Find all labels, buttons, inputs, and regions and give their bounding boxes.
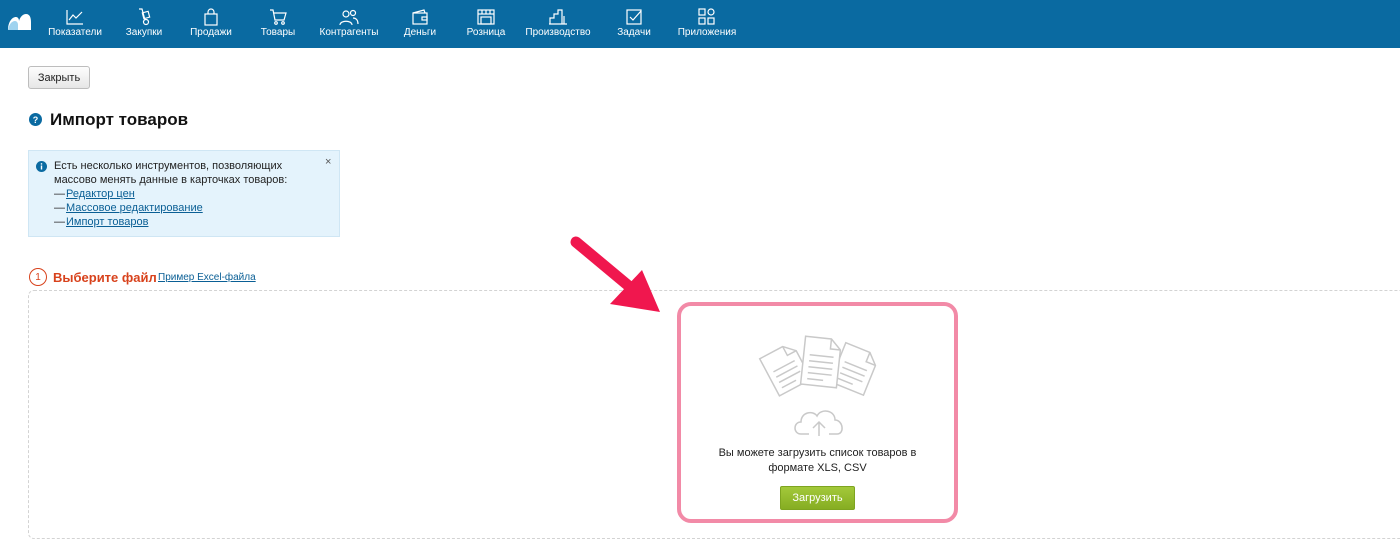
import-products-link[interactable]: Импорт товаров: [66, 215, 148, 229]
bulk-edit-link[interactable]: Массовое редактирование: [66, 201, 203, 215]
example-excel-link[interactable]: Пример Excel-файла: [158, 272, 256, 284]
price-editor-link[interactable]: Редактор цен: [66, 187, 135, 201]
info-links-list: — Редактор цен — Массовое редактирование…: [54, 187, 203, 229]
nav-item-money[interactable]: Деньги: [402, 0, 438, 48]
nav-item-products[interactable]: Товары: [258, 0, 298, 48]
nav-item-retail[interactable]: Розница: [465, 0, 507, 48]
nav-label: Деньги: [403, 27, 437, 38]
list-item: — Редактор цен: [54, 187, 203, 201]
apps-grid-icon: [697, 8, 717, 26]
nav-item-apps[interactable]: Приложения: [676, 0, 738, 48]
help-icon[interactable]: ?: [29, 113, 42, 126]
step-label: Выберите файл: [53, 270, 157, 285]
chart-line-icon: [65, 8, 85, 26]
nav-item-purchases[interactable]: Закупки: [123, 0, 165, 48]
nav-item-tasks[interactable]: Задачи: [616, 0, 652, 48]
nav-label: Товары: [260, 27, 296, 38]
step-number-badge: 1: [29, 268, 47, 286]
page-title: Импорт товаров: [50, 110, 189, 129]
nav-label: Розница: [466, 27, 506, 38]
files-upload-illustration-icon: [758, 335, 877, 436]
nav-label: Показатели: [48, 27, 102, 38]
info-text: Есть несколько инструментов, позволяющих…: [54, 160, 288, 186]
info-box: Есть несколько инструментов, позволяющих…: [28, 150, 340, 237]
nav-label: Приложения: [677, 27, 737, 38]
upload-description: Вы можете загрузить список товаров в фор…: [681, 446, 954, 476]
shopping-bag-icon: [201, 8, 221, 26]
arrow-annotation-icon: [570, 236, 660, 312]
dash: —: [54, 216, 65, 228]
hand-truck-icon: [134, 8, 154, 26]
people-icon: [339, 8, 359, 26]
nav-item-production[interactable]: Производство: [525, 0, 591, 48]
dash: —: [54, 202, 65, 214]
nav-label: Продажи: [190, 27, 232, 38]
nav-item-indicators[interactable]: Показатели: [47, 0, 103, 48]
nav-label: Закупки: [125, 27, 163, 38]
storefront-icon: [476, 8, 496, 26]
factory-icon: [548, 8, 568, 26]
shopping-cart-icon: [268, 8, 288, 26]
svg-text:?: ?: [33, 115, 39, 125]
nav-label: Производство: [525, 27, 591, 38]
upload-description-line: Вы можете загрузить список товаров в: [718, 447, 917, 459]
checkbox-icon: [624, 8, 644, 26]
upload-description-line: формате XLS, CSV: [768, 462, 867, 474]
moysklad-logo-icon[interactable]: [6, 12, 32, 32]
close-button[interactable]: Закрыть: [28, 66, 90, 89]
nav-item-sales[interactable]: Продажи: [188, 0, 234, 48]
upload-card: Вы можете загрузить список товаров в фор…: [677, 302, 958, 523]
nav-label: Контрагенты: [319, 27, 379, 38]
nav-label: Задачи: [617, 27, 651, 38]
info-icon: [36, 161, 47, 172]
dash: —: [54, 188, 65, 200]
top-navigation-bar: Показатели Закупки Продажи Товары Контра…: [0, 0, 1400, 48]
nav-item-counterparties[interactable]: Контрагенты: [318, 0, 380, 48]
upload-button[interactable]: Загрузить: [780, 486, 855, 510]
list-item: — Импорт товаров: [54, 215, 203, 229]
close-icon[interactable]: ×: [325, 156, 331, 168]
list-item: — Массовое редактирование: [54, 201, 203, 215]
wallet-icon: [410, 8, 430, 26]
